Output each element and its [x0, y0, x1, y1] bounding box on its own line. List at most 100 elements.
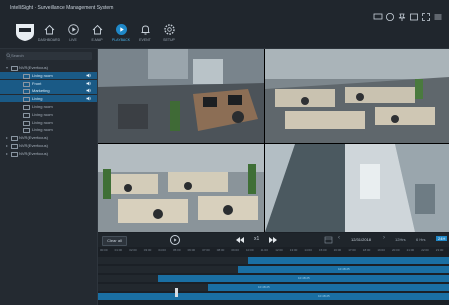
- nav-setup[interactable]: SETUP: [158, 22, 180, 46]
- app-title: IntelliSight · Surveillance Management S…: [10, 5, 114, 11]
- tree-group[interactable]: ▸ NVR(Everfocus): [0, 150, 97, 157]
- camera-icon: [23, 105, 30, 110]
- nav-label: PLAYBACK: [111, 38, 131, 42]
- recording-segment: [248, 257, 449, 264]
- segment-time-label: 10:48:25: [338, 267, 350, 271]
- nav-event[interactable]: EVENT: [134, 22, 156, 46]
- speaker-icon[interactable]: [86, 73, 92, 78]
- clear-all-button[interactable]: Clear all: [102, 236, 127, 246]
- tree-label: Living room: [32, 127, 53, 133]
- timeline-tick-label: 21:00: [406, 248, 415, 252]
- nvr-icon: [11, 136, 18, 142]
- timeline-tick-label: 19:00: [377, 248, 385, 252]
- timeline-tick-label: 12:00: [275, 248, 283, 252]
- tree-camera-item[interactable]: Living room: [0, 126, 97, 134]
- timeline-tick-label: 08:00: [216, 248, 225, 252]
- timeline-row: [98, 257, 449, 264]
- tree-label: Living room: [32, 72, 53, 78]
- expand-caret-icon[interactable]: ▸: [6, 150, 8, 157]
- date-display[interactable]: 12/31/2018: [351, 237, 371, 242]
- camera-tile-1[interactable]: [98, 49, 264, 143]
- play-icon: [174, 238, 177, 242]
- menu-icon[interactable]: [433, 12, 443, 22]
- search-placeholder: Search: [11, 53, 24, 58]
- timeline-tick-label: 10:00: [246, 248, 254, 252]
- tree-group[interactable]: ▸ NVR(Everfocus): [0, 134, 97, 142]
- timeline-ticks: 00:00 01:00 02:00 03:00 04:00 05:00 06:00 07:00…: [98, 247, 449, 255]
- calendar-icon[interactable]: [324, 235, 333, 244]
- timeline-tick-label: 23:00: [435, 248, 444, 252]
- window-controls: [371, 12, 443, 22]
- zoom-option-12hrs[interactable]: 12Hrs: [395, 237, 406, 242]
- rewind-icon[interactable]: [235, 236, 245, 244]
- window-icon[interactable]: [409, 12, 419, 22]
- tree-label: Living room: [32, 104, 53, 109]
- timeline-tick-label: 00:00: [100, 248, 108, 252]
- tree-group[interactable]: ▾ NVR(Everfocus): [0, 64, 97, 71]
- timeline[interactable]: 00:00 01:00 02:00 03:00 04:00 05:00 06:00 07:00…: [98, 247, 449, 305]
- fullscreen-icon[interactable]: [421, 12, 431, 22]
- video-grid: [98, 49, 449, 232]
- expand-caret-icon[interactable]: ▸: [6, 134, 8, 141]
- timeline-tick-label: 05:00: [173, 248, 181, 252]
- nav-label: DASHBOARD: [37, 38, 61, 42]
- expand-caret-icon[interactable]: ▾: [6, 64, 8, 71]
- tree-camera-item[interactable]: Living room: [0, 103, 97, 110]
- camera-icon: [23, 89, 30, 95]
- nav-playback[interactable]: PLAYBACK: [110, 22, 132, 46]
- camera-tile-2[interactable]: [265, 49, 449, 143]
- search-field[interactable]: Search: [6, 52, 92, 60]
- timeline-row: 10:48:25: [98, 284, 449, 291]
- tree-camera-item[interactable]: Living room: [0, 111, 97, 118]
- app-logo-icon: [16, 24, 34, 41]
- zoom-option-24h[interactable]: 24H: [436, 236, 448, 241]
- timeline-tick-label: 17:00: [348, 248, 356, 252]
- speaker-icon[interactable]: [86, 88, 92, 93]
- tree-camera-item[interactable]: Front: [0, 79, 97, 87]
- segment-time-label: 10:48:25: [258, 285, 270, 289]
- playhead[interactable]: [175, 288, 178, 297]
- speed-indicator: x1: [254, 236, 260, 242]
- timeline-tick-label: 16:00: [333, 248, 342, 252]
- tree-label: Living room: [32, 111, 53, 117]
- tree-label: Living: [32, 96, 43, 102]
- next-day-button[interactable]: ›: [383, 235, 385, 241]
- speaker-icon[interactable]: [86, 96, 92, 101]
- tree-label: NVR(Everfocus): [19, 150, 48, 156]
- camera-icon: [23, 97, 30, 103]
- nav-live[interactable]: LIVE: [62, 22, 84, 46]
- nav-dashboard[interactable]: DASHBOARD: [38, 22, 60, 46]
- camera-tile-4[interactable]: [265, 144, 449, 232]
- playback-icon: [115, 24, 127, 35]
- pin-icon[interactable]: [397, 12, 407, 22]
- timeline-tick-label: 11:00: [260, 248, 268, 252]
- expand-caret-icon[interactable]: ▸: [6, 142, 8, 149]
- tree-camera-item[interactable]: Living room: [0, 71, 97, 79]
- nav-e-map[interactable]: E-MAP: [86, 22, 108, 46]
- timeline-tick-label: 18:00: [362, 248, 371, 252]
- previous-day-button[interactable]: ‹: [338, 235, 340, 241]
- tree-group[interactable]: ▸ NVR(Everfocus): [0, 142, 97, 149]
- playback-controls: Clear all x1 ‹ 12/31/2018 › 12Hrs 6 Hrs …: [98, 233, 449, 247]
- camera-icon: [23, 81, 30, 87]
- timeline-tick-label: 06:00: [187, 248, 196, 252]
- camera-icon: [23, 112, 30, 118]
- camera-tile-3[interactable]: [98, 144, 264, 232]
- segment-time-label: 10:48:25: [298, 276, 310, 280]
- play-button[interactable]: [170, 235, 180, 245]
- tree-camera-item[interactable]: Living room: [0, 119, 97, 126]
- tree-camera-item[interactable]: Marketing: [0, 87, 97, 95]
- timeline-tick-label: 04:00: [158, 248, 166, 252]
- speaker-icon[interactable]: [86, 81, 92, 86]
- help-icon[interactable]: [385, 12, 395, 22]
- home-icon: [44, 24, 54, 35]
- nav-label: E-MAP: [91, 38, 103, 42]
- bell-icon: [141, 25, 149, 35]
- recording-segment: [208, 284, 449, 291]
- monitor-icon[interactable]: [373, 12, 383, 22]
- zoom-option-6hrs[interactable]: 6 Hrs: [416, 237, 426, 242]
- gear-icon: [163, 24, 175, 35]
- fast-forward-icon[interactable]: [268, 236, 278, 244]
- tree-camera-item[interactable]: Living: [0, 95, 97, 103]
- tree-label: Front: [32, 80, 42, 86]
